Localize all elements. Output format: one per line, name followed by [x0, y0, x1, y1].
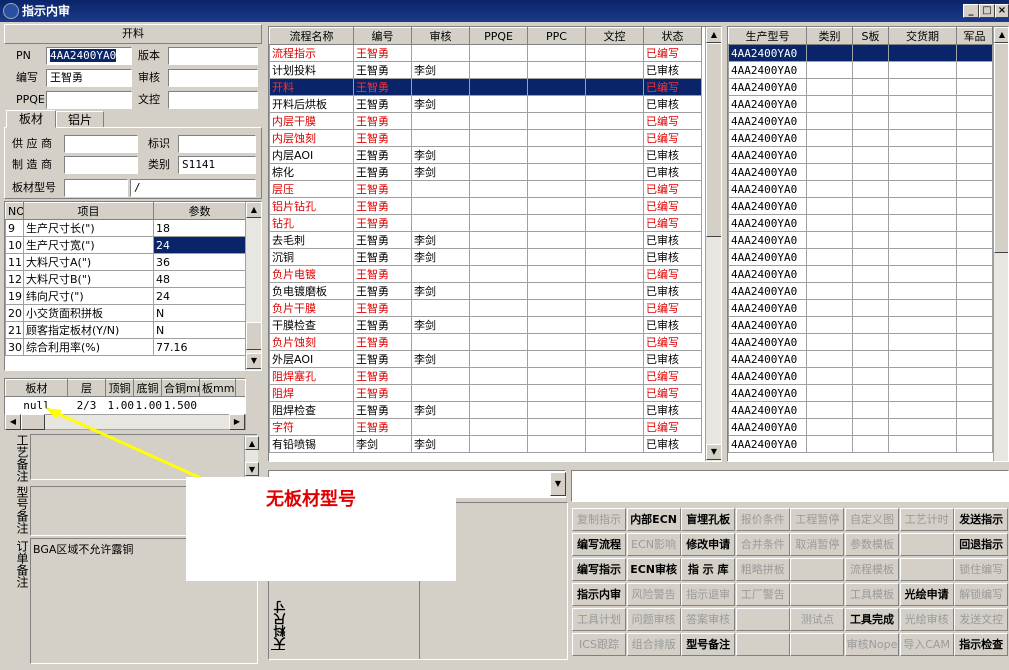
arrow-shaft [51, 409, 206, 482]
arrow-head [46, 408, 62, 419]
callout-arrow [46, 408, 206, 482]
callout-text: 无板材型号 [266, 489, 356, 510]
callout-box: 无板材型号 [186, 477, 456, 581]
tab-board[interactable]: 板材 [6, 110, 56, 128]
